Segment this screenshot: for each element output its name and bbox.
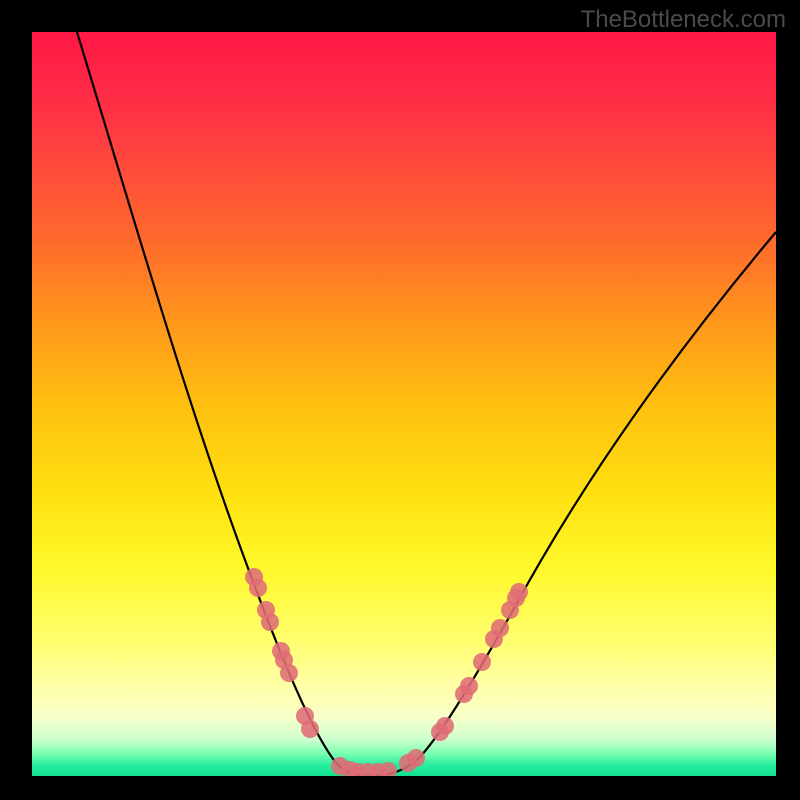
- plot-area: [32, 32, 776, 776]
- watermark-text: TheBottleneck.com: [581, 6, 786, 34]
- data-marker: [249, 579, 267, 597]
- data-marker: [510, 583, 528, 601]
- chart-svg: [32, 32, 776, 776]
- bottleneck-curve: [77, 32, 776, 776]
- data-marker: [301, 720, 319, 738]
- data-marker: [261, 613, 279, 631]
- data-marker: [473, 653, 491, 671]
- data-marker: [491, 619, 509, 637]
- data-marker: [460, 677, 478, 695]
- marker-group: [245, 568, 528, 776]
- data-marker: [280, 664, 298, 682]
- data-marker: [436, 717, 454, 735]
- data-marker: [407, 749, 425, 767]
